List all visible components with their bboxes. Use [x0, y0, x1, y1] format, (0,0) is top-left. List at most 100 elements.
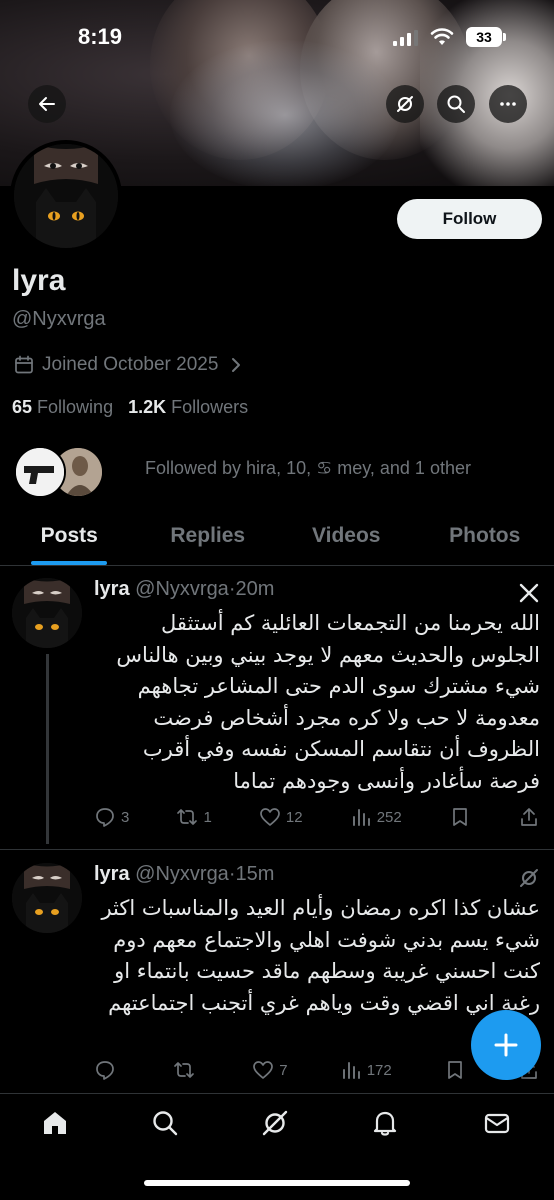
reply-button[interactable]: 3 [94, 806, 129, 828]
follow-button[interactable]: Follow [397, 199, 542, 239]
followers-link[interactable]: 1.2K Followers [128, 397, 248, 417]
mutual-avatar-1 [14, 446, 66, 498]
nav-search[interactable] [150, 1108, 184, 1142]
arrow-left-icon [39, 97, 55, 111]
tab-replies[interactable]: Replies [139, 510, 278, 565]
grok-button[interactable] [386, 85, 424, 123]
repost-button[interactable] [173, 1059, 200, 1081]
reply-count: 3 [121, 808, 130, 826]
more-dots-icon [500, 102, 516, 106]
repost-button[interactable]: 1 [176, 806, 212, 828]
joined-date: Joined October 2025 [42, 354, 219, 375]
nav-messages[interactable] [482, 1108, 516, 1142]
like-button[interactable]: 7 [252, 1059, 288, 1081]
post-avatar[interactable] [12, 578, 82, 648]
post-author-name[interactable]: lyra [94, 863, 130, 885]
post-text: عشان كذا اكره رمضان وأيام العيد والمناسب… [101, 896, 540, 1015]
joined-date-row[interactable]: Joined October 2025 [14, 354, 246, 376]
post-header: lyra @Nyxvrga·20m [94, 578, 274, 601]
grok-icon [397, 96, 413, 112]
status-bar: 8:19 33 [0, 0, 554, 80]
post-avatar[interactable] [12, 863, 82, 933]
reply-icon [96, 808, 114, 827]
post-time[interactable]: 15m [235, 863, 274, 885]
post-author-handle[interactable]: @Nyxvrga [135, 863, 229, 885]
tab-videos[interactable]: Videos [277, 510, 416, 565]
views-count: 172 [366, 1061, 392, 1079]
bell-icon [373, 1111, 397, 1136]
heart-icon [260, 808, 280, 826]
followers-count: 1.2K [128, 397, 167, 417]
like-button[interactable]: 12 [259, 806, 303, 828]
views-count: 252 [376, 808, 402, 826]
like-count: 12 [285, 808, 303, 826]
bookmark-icon [452, 808, 467, 826]
followers-label: Followers [171, 397, 249, 417]
share-icon [521, 808, 537, 826]
bookmark-button[interactable] [444, 1059, 466, 1081]
repost-icon [174, 1062, 194, 1078]
tab-photos-label: Photos [449, 524, 521, 547]
nav-home[interactable] [40, 1108, 74, 1142]
post-author-name[interactable]: lyra [94, 578, 130, 600]
tab-active-indicator [31, 561, 108, 565]
profile-avatar[interactable] [10, 140, 122, 252]
profile-display-name: lyra [12, 264, 66, 297]
nav-notifications[interactable] [370, 1108, 404, 1142]
grok-icon [262, 1110, 288, 1136]
back-button[interactable] [28, 85, 66, 123]
followed-by-text[interactable]: Followed by hira, 10, ♋︎ mey, and 1 othe… [145, 458, 471, 479]
cat-avatar-image [12, 578, 82, 648]
reply-button[interactable] [94, 1059, 121, 1081]
battery-tip [503, 33, 506, 41]
calendar-icon [15, 355, 33, 374]
cat-avatar-image [14, 144, 118, 248]
post-time[interactable]: 20m [235, 578, 274, 600]
post-header: lyra @Nyxvrga·15m [94, 863, 274, 886]
cellular-signal-icon [393, 30, 418, 46]
chevron-right-icon [232, 358, 241, 372]
gun-avatar-image [16, 448, 64, 496]
tab-replies-label: Replies [170, 524, 246, 547]
tab-posts[interactable]: Posts [0, 510, 139, 565]
tab-photos[interactable]: Photos [416, 510, 554, 565]
tab-videos-label: Videos [312, 524, 381, 547]
views-button[interactable]: 252 [350, 806, 402, 828]
analytics-icon [342, 1062, 360, 1079]
analytics-icon [352, 809, 370, 826]
thread-line [46, 654, 49, 844]
repost-count: 1 [203, 808, 212, 826]
nav-grok[interactable] [260, 1108, 294, 1142]
battery-indicator: 33 [466, 27, 502, 47]
following-count: 65 [12, 397, 33, 417]
post-item[interactable]: lyra @Nyxvrga·15m عشان كذا اكره رمضان وأ… [0, 855, 554, 1095]
home-indicator [144, 1180, 410, 1186]
post-author-handle[interactable]: @Nyxvrga [135, 578, 229, 600]
views-button[interactable]: 172 [340, 1059, 392, 1081]
bookmark-button[interactable] [449, 806, 471, 828]
share-button[interactable] [518, 806, 540, 828]
like-count: 7 [279, 1061, 288, 1079]
compose-post-button[interactable] [471, 1010, 541, 1080]
post-actions: 7 172 [94, 1059, 540, 1081]
more-button[interactable] [489, 85, 527, 123]
profile-handle: @Nyxvrga [12, 308, 106, 330]
post-text: الله يحرمنا من التجمعات العائلية كم أستث… [116, 611, 540, 793]
post-actions: 3 1 12 252 [94, 806, 540, 828]
search-icon [447, 95, 465, 113]
tab-posts-label: Posts [40, 524, 98, 547]
bookmark-icon [448, 1061, 462, 1079]
cat-avatar-image [12, 863, 82, 933]
wifi-icon [430, 28, 454, 45]
profile-tabs: Posts Replies Videos Photos [0, 510, 554, 566]
reply-icon [96, 1061, 114, 1080]
search-button[interactable] [437, 85, 475, 123]
following-link[interactable]: 65 Following [12, 397, 113, 417]
heart-icon [253, 1061, 274, 1079]
post-item[interactable]: lyra @Nyxvrga·20m الله يحرمنا من التجمعا… [0, 570, 554, 850]
mutual-followers-avatars[interactable] [14, 446, 104, 498]
home-icon [44, 1112, 66, 1134]
x-logo-icon [519, 583, 539, 603]
plus-icon [494, 1033, 518, 1057]
grok-icon[interactable] [518, 867, 540, 889]
